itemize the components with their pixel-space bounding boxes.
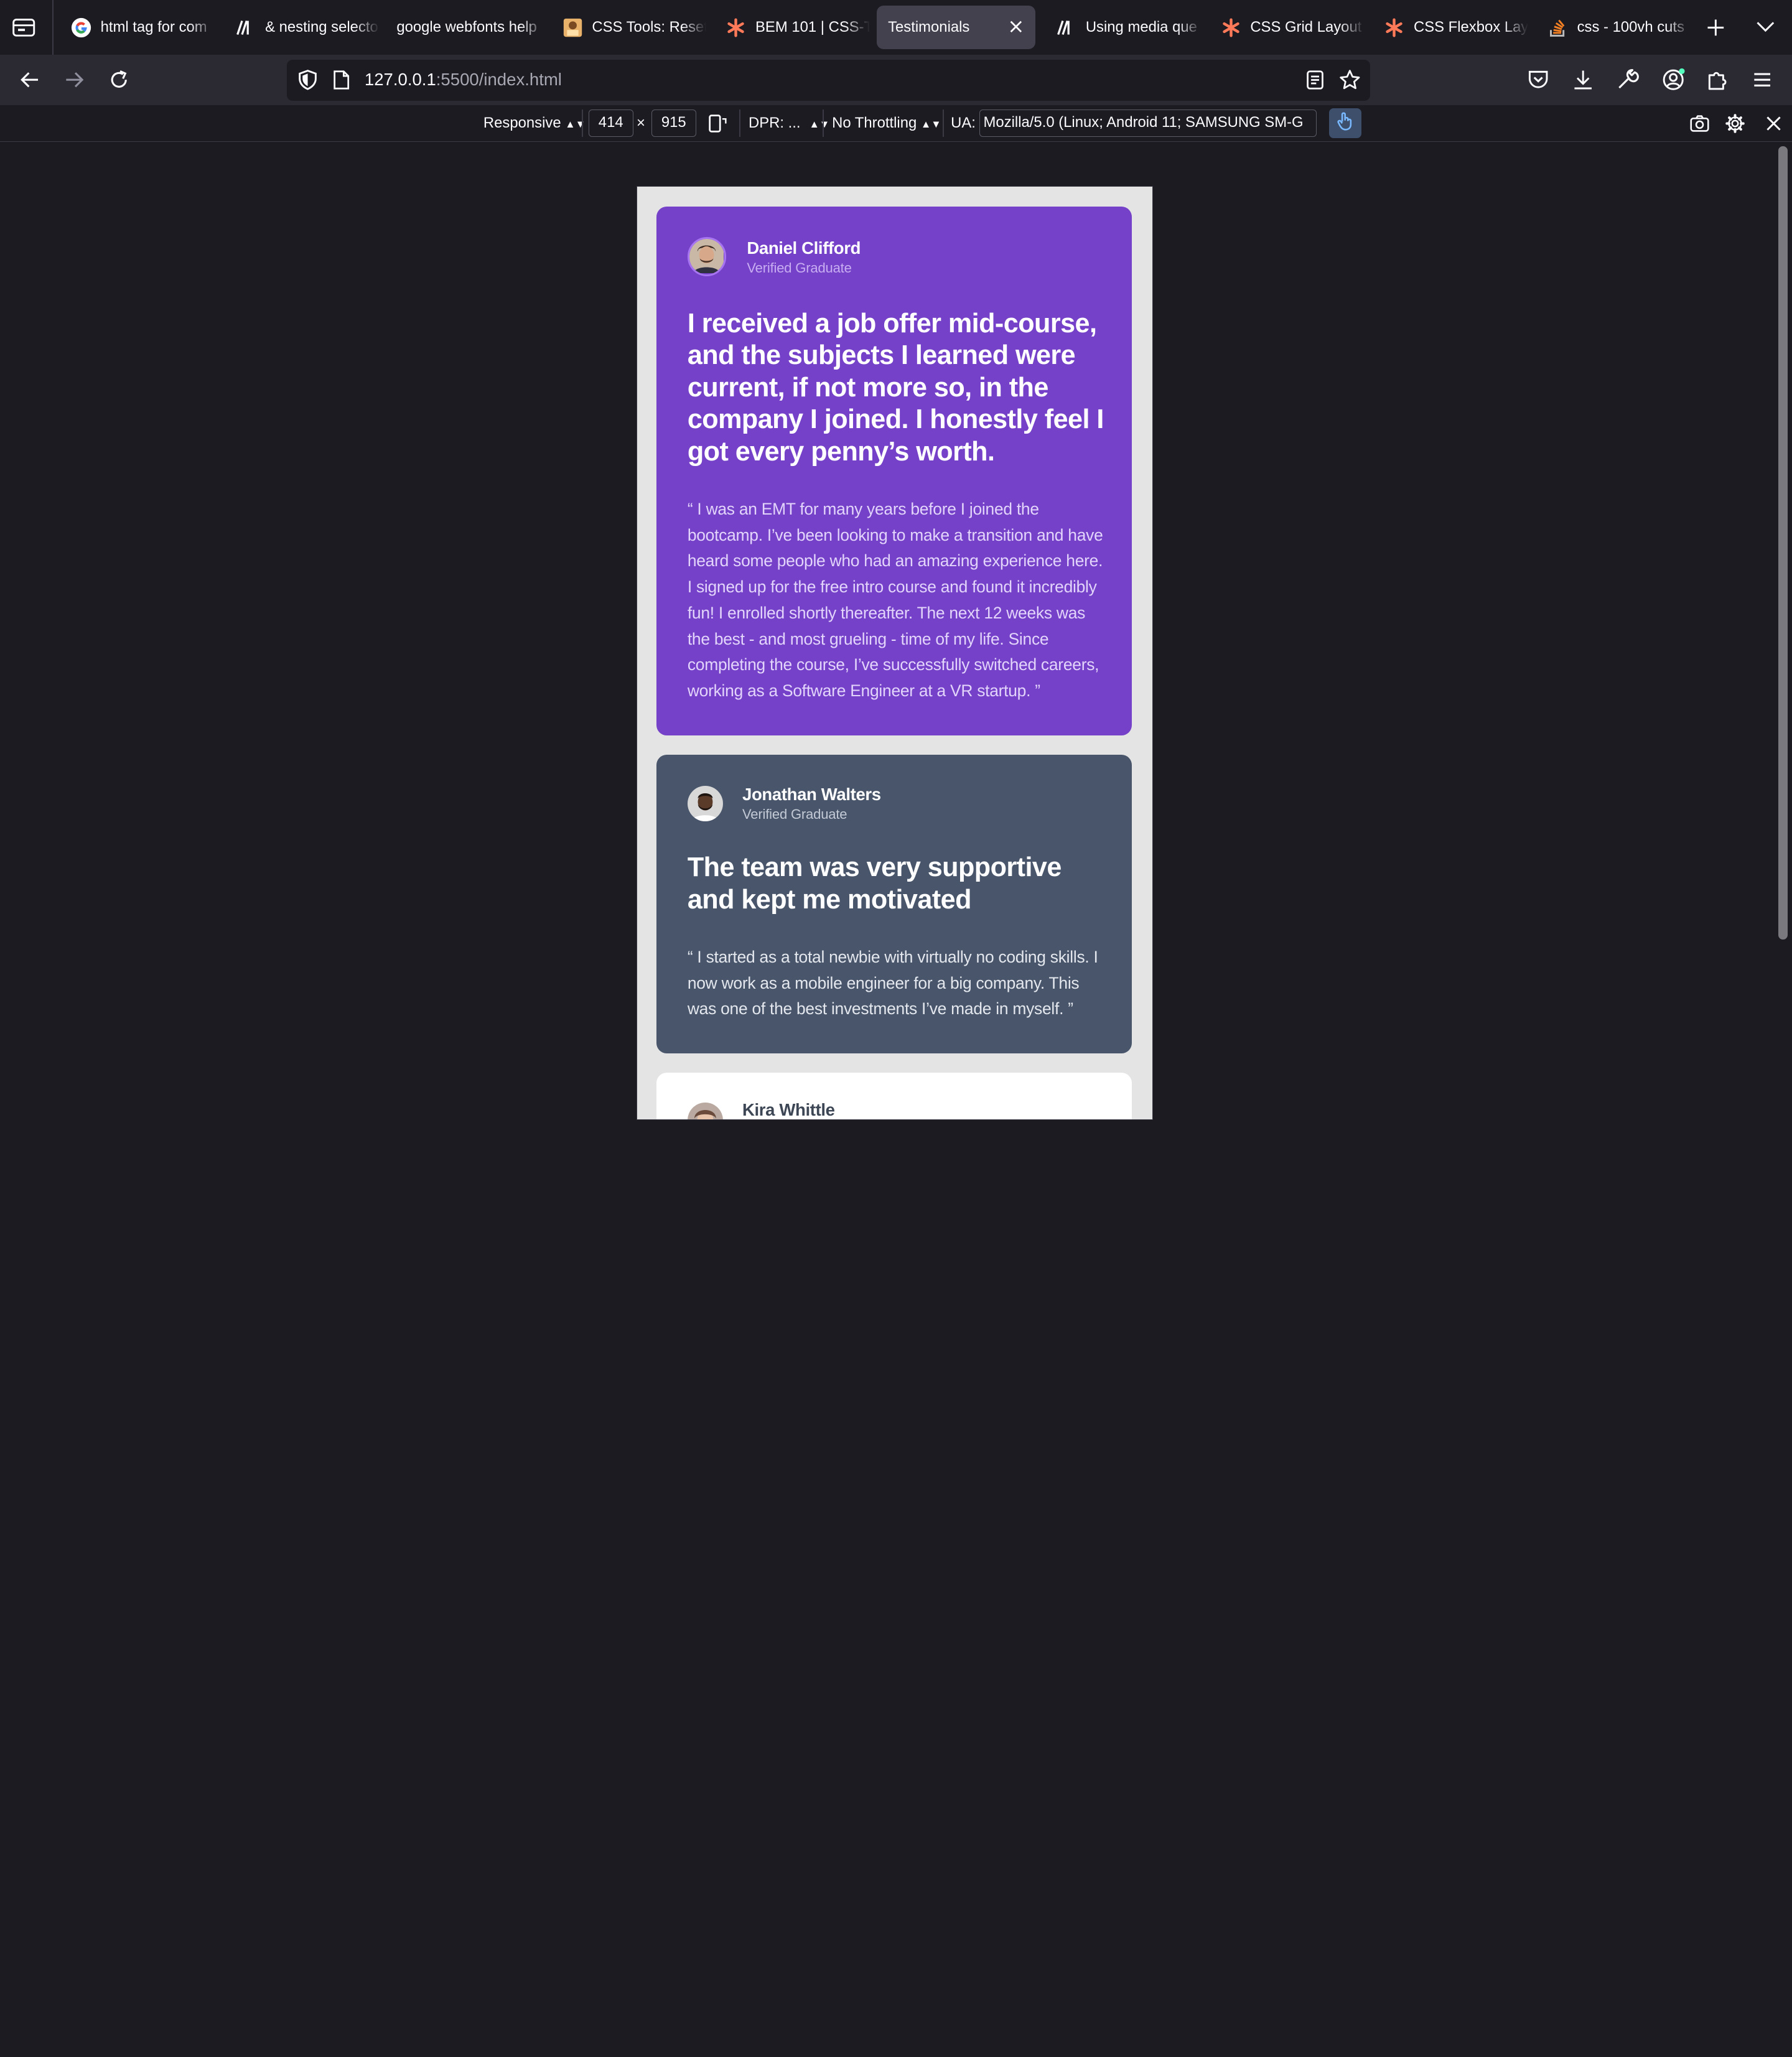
tab-fade <box>520 6 546 49</box>
author-name: Jonathan Walters <box>742 784 881 804</box>
scrollbar-thumb[interactable] <box>1778 146 1788 940</box>
shield-icon[interactable] <box>297 68 318 91</box>
dpr-label: DPR: ... <box>749 114 801 131</box>
url-host: 127.0.0.1 <box>364 70 436 90</box>
settings-gear-icon[interactable] <box>1725 113 1745 134</box>
dimension-separator: × <box>637 114 645 131</box>
tab-css-flexbox[interactable]: CSS Flexbox Lay <box>1370 6 1528 49</box>
viewport-width-input[interactable]: 414 <box>588 110 633 138</box>
extensions-icon[interactable] <box>1705 67 1730 92</box>
device-viewport: Daniel Clifford Verified Graduate I rece… <box>637 186 1154 1120</box>
screenshot-icon[interactable] <box>1689 113 1710 134</box>
tab-fade <box>189 6 215 49</box>
app-menu-icon[interactable] <box>1750 67 1775 92</box>
tab-css-grid[interactable]: CSS Grid Layout <box>1207 6 1365 49</box>
viewport-height-input[interactable]: 915 <box>651 110 696 138</box>
avatar <box>687 785 723 821</box>
url-path: :5500/index.html <box>436 70 562 90</box>
testimonial-card: Kira Whittle <box>656 1072 1132 1119</box>
tab-nesting-selector[interactable]: & nesting selecto <box>222 6 380 49</box>
throttling-label: No Throttling <box>832 114 917 131</box>
author-name: Kira Whittle <box>742 1099 835 1119</box>
author-role: Verified Graduate <box>742 806 847 822</box>
page-icon <box>332 70 350 90</box>
avatar <box>687 237 727 276</box>
toolbar-separator <box>823 110 824 138</box>
toolbar-separator <box>943 110 945 138</box>
tab-css-100vh[interactable]: css - 100vh cuts <box>1534 6 1692 49</box>
firefox-view-icon[interactable] <box>11 16 36 39</box>
bookmark-star-icon[interactable] <box>1338 68 1361 91</box>
css-tricks-icon <box>1221 17 1241 38</box>
back-icon[interactable] <box>17 67 42 92</box>
author-name: Daniel Clifford <box>747 238 861 258</box>
testimonial-card: Jonathan Walters Verified Graduate The t… <box>656 755 1132 1053</box>
user-agent-label: UA: <box>951 114 976 131</box>
dpr-selector[interactable]: DPR: ... ▲▼ <box>749 114 829 132</box>
tab-fade <box>844 6 870 49</box>
google-icon <box>71 17 91 38</box>
device-selector[interactable]: Responsive ▲▼ <box>483 114 586 132</box>
forward-icon[interactable] <box>62 67 86 92</box>
tab-fade <box>681 6 707 49</box>
tab-testimonials[interactable]: Testimonials <box>876 6 1036 49</box>
device-label: Responsive <box>483 114 561 131</box>
tab-media-queries[interactable]: Using media que <box>1042 6 1203 49</box>
tab-fade <box>1339 6 1365 49</box>
downloads-icon[interactable] <box>1570 67 1595 92</box>
tab-fade <box>1503 6 1528 49</box>
mdn-icon <box>235 17 256 38</box>
responsive-design-toolbar: Responsive ▲▼ 414 × 915 DPR: ... ▲▼ No T… <box>0 105 1792 142</box>
rotate-viewport-icon[interactable] <box>707 113 728 134</box>
developer-tools-icon[interactable] <box>1615 67 1640 92</box>
testimonial-quote: “ I started as a total newbie with virtu… <box>687 948 1098 1019</box>
reader-view-icon[interactable] <box>1305 70 1325 90</box>
tab-fade <box>354 6 380 49</box>
account-icon[interactable] <box>1661 67 1686 92</box>
stackoverflow-icon <box>1547 17 1568 38</box>
author-role: Verified Graduate <box>747 259 852 276</box>
touch-simulation-button[interactable] <box>1329 108 1361 139</box>
testimonial-quote: “ I was an EMT for many years before I j… <box>687 500 1103 700</box>
testimonial-headline: The team was very supportive and kept me… <box>687 852 1062 915</box>
address-bar[interactable]: 127.0.0.1:5500/index.html <box>287 59 1371 101</box>
css-tricks-icon <box>726 17 746 38</box>
avatar <box>687 1102 723 1119</box>
pocket-icon[interactable] <box>1526 67 1551 92</box>
user-agent-input[interactable]: Mozilla/5.0 (Linux; Android 11; SAMSUNG … <box>979 110 1317 138</box>
touch-hand-icon <box>1336 111 1354 136</box>
close-responsive-mode-icon[interactable] <box>1763 113 1784 134</box>
reload-icon[interactable] <box>106 67 131 92</box>
new-tab-icon[interactable] <box>1704 16 1727 39</box>
css-tricks-icon <box>1384 17 1404 38</box>
tab-bem-101[interactable]: BEM 101 | CSS-Tricks <box>712 6 870 49</box>
tab-html-tag[interactable]: html tag for com <box>57 6 215 49</box>
close-tab-icon[interactable] <box>1008 18 1024 34</box>
tab-fade <box>1666 6 1692 49</box>
testimonial-headline: I received a job offer mid-course, and t… <box>687 309 1104 467</box>
toolbar-separator <box>739 110 741 138</box>
tab-fade <box>1177 6 1203 49</box>
testimonial-card: Daniel Clifford Verified Graduate I rece… <box>656 206 1132 735</box>
list-all-tabs-icon[interactable] <box>1754 18 1777 36</box>
tab-separator <box>52 0 54 55</box>
tab-strip: html tag for com & nesting selecto googl… <box>0 0 1792 55</box>
navigation-bar: 127.0.0.1:5500/index.html <box>0 55 1792 105</box>
mdn-icon <box>1056 17 1076 38</box>
css-tools-icon <box>562 17 583 38</box>
tab-google-webfonts[interactable]: google webfonts help <box>385 6 546 49</box>
url-text[interactable]: 127.0.0.1:5500/index.html <box>365 70 562 90</box>
throttling-selector[interactable]: No Throttling ▲▼ <box>832 114 941 132</box>
tab-css-tools-reset[interactable]: CSS Tools: Reset <box>549 6 707 49</box>
toolbar-separator <box>581 110 583 138</box>
